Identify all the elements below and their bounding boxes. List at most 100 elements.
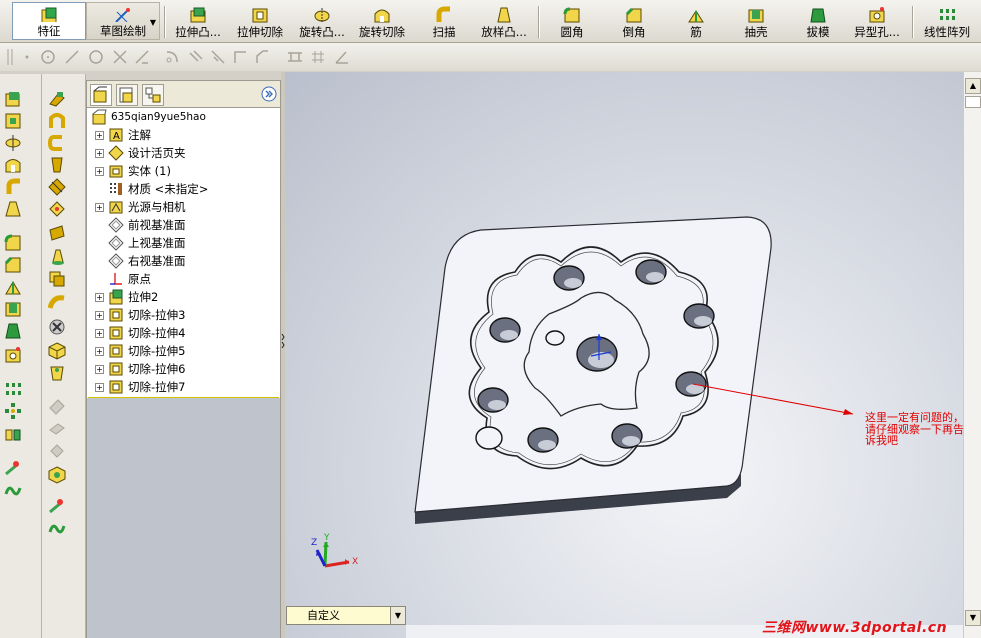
reference-geometry-icon[interactable]	[48, 498, 66, 516]
reference-geometry-icon[interactable]	[4, 460, 22, 478]
mirror-icon[interactable]	[188, 49, 204, 65]
circle-tool-icon[interactable]	[88, 49, 104, 65]
trim-icon[interactable]	[112, 49, 128, 65]
view-orientation-select[interactable]: 自定义 ▼	[286, 606, 406, 625]
scroll-up-button[interactable]: ▲	[965, 78, 981, 94]
extend-icon[interactable]	[134, 49, 150, 65]
draft-icon[interactable]	[4, 322, 22, 340]
tree-item[interactable]: 原点	[87, 270, 151, 288]
draft-button[interactable]: 拔模	[798, 2, 838, 40]
extrude-cut-icon[interactable]	[4, 112, 22, 130]
chamfer-sketch-icon[interactable]	[254, 49, 270, 65]
expand-toggle[interactable]: +	[95, 130, 104, 140]
hole-wizard-icon[interactable]	[4, 346, 22, 364]
chevron-down-icon[interactable]: ▼	[150, 18, 156, 27]
tree-item[interactable]: + 拉伸2	[87, 288, 158, 306]
expand-toggle[interactable]: +	[95, 166, 104, 176]
chevron-down-icon[interactable]: ▼	[390, 607, 405, 624]
angle-icon[interactable]	[334, 49, 350, 65]
loft-boss-button[interactable]: 放样凸...	[474, 2, 534, 40]
grid-icon[interactable]	[310, 49, 326, 65]
point-icon[interactable]	[20, 49, 34, 65]
revolve-boss-icon[interactable]	[4, 134, 22, 152]
shell-button[interactable]: 抽壳	[736, 2, 776, 40]
delete-body-icon[interactable]	[48, 318, 66, 336]
vertical-scrollbar[interactable]: ▲ ▼	[963, 72, 981, 638]
indent-icon[interactable]	[48, 200, 66, 218]
expand-toggle[interactable]: +	[95, 346, 104, 356]
tab-property-manager[interactable]	[116, 84, 138, 106]
expand-toggle[interactable]: +	[95, 382, 104, 392]
disabled-tool-icon[interactable]	[48, 420, 66, 438]
flex-icon[interactable]	[48, 112, 66, 130]
revolve-cut-button[interactable]: 旋转切除	[354, 2, 410, 40]
pattern-linear-icon[interactable]	[286, 49, 304, 65]
expand-toggle[interactable]: +	[95, 292, 104, 302]
loft-icon[interactable]	[4, 200, 22, 218]
tab-features[interactable]: 特征	[12, 2, 86, 40]
hole-wizard-button[interactable]: 异型孔...	[848, 2, 906, 40]
expand-toggle[interactable]: +	[95, 328, 104, 338]
split-line-icon[interactable]	[48, 178, 66, 196]
disabled-tool-icon[interactable]	[48, 442, 66, 460]
revolve-boss-button[interactable]: 旋转凸...	[292, 2, 352, 40]
tree-item[interactable]: 材质 <未指定>	[87, 180, 208, 198]
tree-item[interactable]: + 切除-拉伸5	[87, 342, 185, 360]
fillet-icon[interactable]	[4, 234, 22, 252]
linear-pattern-button[interactable]: 线性阵列	[918, 2, 976, 40]
scroll-thumb[interactable]	[965, 96, 981, 108]
tree-item[interactable]: + 切除-拉伸6	[87, 360, 185, 378]
sweep-button[interactable]: 扫描	[424, 2, 464, 40]
rib-button[interactable]: 筋	[676, 2, 716, 40]
tree-item[interactable]: + A 注解	[87, 126, 151, 144]
circle-icon[interactable]	[40, 49, 56, 65]
expand-toggle[interactable]: +	[95, 364, 104, 374]
freeform-icon[interactable]	[48, 364, 66, 382]
tree-item[interactable]: + 实体 (1)	[87, 162, 171, 180]
circular-pattern-icon[interactable]	[4, 402, 22, 420]
expand-toggle[interactable]: +	[95, 202, 104, 212]
combine-icon[interactable]	[48, 270, 66, 288]
mirror-icon[interactable]	[4, 426, 22, 444]
deform-icon[interactable]	[48, 294, 66, 312]
insert-part-icon[interactable]	[48, 342, 66, 360]
curves-icon[interactable]	[48, 520, 66, 538]
tab-sketch[interactable]: 草图绘制 ▼	[86, 2, 160, 40]
move-face-icon[interactable]	[48, 248, 66, 266]
disabled-tool-icon[interactable]	[48, 398, 66, 416]
tree-root[interactable]: 635qian9yue5hao	[87, 108, 206, 126]
tree-item[interactable]: 上视基准面	[87, 234, 186, 252]
rib-icon[interactable]	[4, 278, 22, 296]
line-icon[interactable]	[64, 49, 80, 65]
extrude-cut-button[interactable]: 拉伸切除	[232, 2, 288, 40]
tree-item[interactable]: 右视基准面	[87, 252, 186, 270]
extrude-boss-button[interactable]: 拉伸凸...	[168, 2, 228, 40]
instant3d-icon[interactable]	[48, 466, 66, 484]
expand-toggle[interactable]: +	[95, 310, 104, 320]
dome-icon[interactable]	[48, 90, 66, 108]
tree-item[interactable]: + 切除-拉伸7	[87, 378, 185, 396]
offset-icon[interactable]	[164, 49, 180, 65]
tree-item[interactable]: 前视基准面	[87, 216, 186, 234]
thread-icon[interactable]	[48, 156, 66, 174]
tree-item[interactable]: + 设计活页夹	[87, 144, 186, 162]
scroll-down-button[interactable]: ▼	[965, 610, 981, 626]
curves-icon[interactable]	[4, 482, 22, 500]
corner-icon[interactable]	[232, 49, 248, 65]
tree-item[interactable]: + 切除-拉伸4	[87, 324, 185, 342]
expand-toggle[interactable]: +	[95, 148, 104, 158]
wrap-icon[interactable]	[48, 134, 66, 152]
expand-panel-icon[interactable]	[261, 86, 277, 102]
chamfer-icon[interactable]	[4, 256, 22, 274]
linear-pattern-icon[interactable]	[4, 380, 22, 398]
fillet-button[interactable]: 圆角	[552, 2, 592, 40]
tree-item[interactable]: + 切除-拉伸3	[87, 306, 185, 324]
shell-icon[interactable]	[4, 300, 22, 318]
tab-configuration-manager[interactable]	[142, 84, 164, 106]
tree-item[interactable]: + 光源与相机	[87, 198, 186, 216]
surface-icon[interactable]	[48, 224, 66, 242]
graphics-area[interactable]: X Y Z	[285, 72, 963, 638]
tab-feature-manager[interactable]	[90, 84, 112, 106]
sweep-icon[interactable]	[4, 178, 22, 196]
extrude-boss-icon[interactable]	[4, 90, 22, 108]
